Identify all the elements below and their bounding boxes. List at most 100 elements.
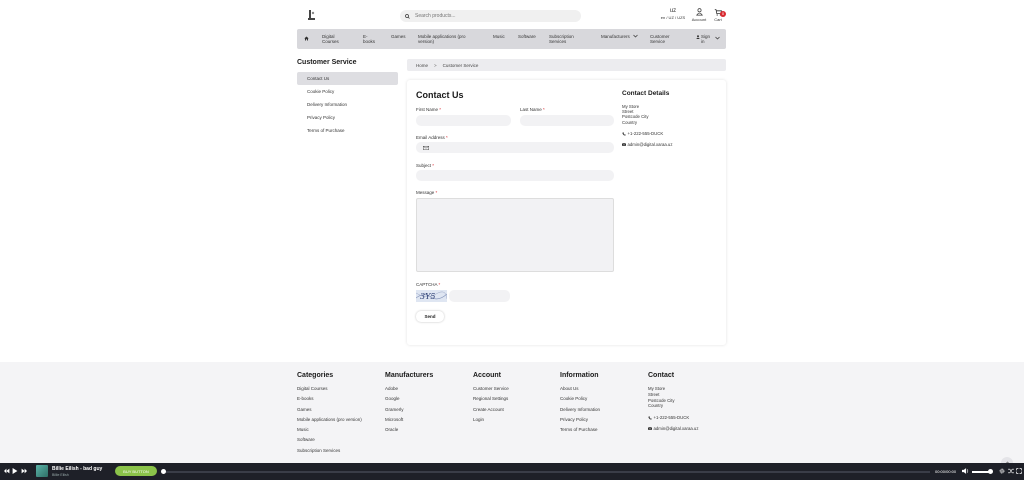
footer-manufacturers: Manufacturers Adobe Google Gramerly Micr…	[385, 372, 433, 437]
search-icon	[405, 13, 410, 19]
chevron-down-icon	[715, 36, 720, 40]
last-name-label: Last Name *	[520, 107, 545, 112]
footer-information: Information About Us Cookie Policy Deliv…	[560, 372, 600, 437]
contact-details-address: My Store Street Postcode City Country	[622, 104, 649, 125]
store-logo[interactable]	[304, 8, 318, 22]
footer-link[interactable]: Music	[297, 427, 362, 437]
footer-link[interactable]: Privacy Policy	[560, 417, 600, 427]
last-name-field[interactable]	[520, 115, 614, 126]
nav-item-customer-service[interactable]: Customer Service	[650, 34, 670, 44]
contact-details-email[interactable]: admin@digital.xaraa.uz	[622, 142, 672, 147]
footer-link[interactable]: Games	[297, 407, 362, 417]
nav-item-ebooks[interactable]: E- books	[363, 34, 375, 44]
main-nav: Digital Courses E- books Games Mobile ap…	[297, 29, 726, 49]
sign-in-label: Sign in	[701, 34, 711, 44]
breadcrumb-home[interactable]: Home	[416, 63, 428, 68]
captcha-label: CAPTCHA *	[416, 282, 441, 287]
site-header: uz en / UZ / UZS Account 0 Cart	[0, 0, 1024, 28]
cart-label: Cart	[714, 17, 722, 22]
footer-contact: Contact My Store Street Postcode City Co…	[648, 372, 698, 431]
footer-link[interactable]: Customer Service	[473, 386, 509, 396]
gear-icon[interactable]	[999, 468, 1005, 476]
footer-link[interactable]: Subscription Services	[297, 448, 362, 458]
expand-icon[interactable]	[1016, 468, 1022, 476]
sidebar-item-contact-us[interactable]: Contact Us	[297, 72, 398, 85]
home-icon[interactable]	[304, 36, 309, 43]
nav-item-digital-courses[interactable]: Digital Courses	[322, 34, 339, 44]
volume-handle[interactable]	[988, 469, 993, 474]
email-field[interactable]	[435, 142, 614, 153]
sidebar-item-cookie-policy[interactable]: Cookie Policy	[297, 85, 398, 98]
nav-item-games[interactable]: Games	[391, 34, 406, 39]
user-icon	[696, 34, 700, 39]
locale-label: en / UZ / UZS	[660, 15, 686, 20]
volume-icon[interactable]	[962, 468, 969, 476]
footer-link[interactable]: Software	[297, 437, 362, 447]
locale-selector[interactable]: uz en / UZ / UZS	[660, 8, 686, 20]
footer-link[interactable]: About Us	[560, 386, 600, 396]
search-bar[interactable]	[400, 10, 581, 22]
footer-link[interactable]: Mobile applications (pro version)	[297, 417, 362, 427]
captcha-field[interactable]	[449, 290, 510, 302]
nav-expand-toggle[interactable]	[715, 36, 720, 41]
footer-link[interactable]: Delivery Information	[560, 407, 600, 417]
sidebar-item-privacy-policy[interactable]: Privacy Policy	[297, 111, 398, 124]
nav-item-music[interactable]: Music	[493, 34, 505, 39]
contact-details-phone[interactable]: +1-222-555-DUCK	[622, 131, 663, 136]
shuffle-icon[interactable]	[1008, 468, 1014, 476]
first-name-label: First Name *	[416, 107, 442, 112]
subject-field[interactable]	[416, 170, 614, 181]
footer-link[interactable]: Cookie Policy	[560, 396, 600, 406]
cart-link[interactable]: 0 Cart	[710, 8, 726, 22]
user-icon	[695, 8, 703, 16]
sidebar-item-delivery-information[interactable]: Delivery Information	[297, 98, 398, 111]
footer-manufacturers-title: Manufacturers	[385, 372, 434, 379]
track-title: Billie Eilish - bad guy	[52, 466, 103, 472]
site-footer: Categories Digital Courses E-books Games…	[0, 362, 1024, 464]
nav-manufacturers-label: Manufacturers	[601, 34, 630, 39]
message-label: Message *	[416, 190, 438, 195]
captcha-text: 3Y5	[420, 292, 435, 301]
album-cover	[36, 465, 48, 477]
footer-contact-address: My Store Street Postcode City Country	[648, 386, 675, 409]
play-icon[interactable]	[12, 468, 18, 476]
footer-link[interactable]: Oracle	[385, 427, 433, 437]
send-button[interactable]: Send	[416, 311, 444, 322]
nav-item-mobile-apps[interactable]: Mobile applications (pro version)	[418, 34, 466, 44]
sidebar-item-terms-of-purchase[interactable]: Terms of Purchase	[297, 124, 398, 137]
footer-link[interactable]: Digital Courses	[297, 386, 362, 396]
progress-handle[interactable]	[161, 469, 166, 474]
previous-track-icon[interactable]	[4, 468, 10, 476]
footer-categories: Categories Digital Courses E-books Games…	[297, 372, 362, 458]
footer-link[interactable]: Regional Settings	[473, 396, 509, 406]
footer-contact-title: Contact	[648, 372, 675, 379]
phone-icon	[648, 416, 652, 420]
nav-item-subscription-services[interactable]: Subscription Services	[549, 34, 574, 44]
email-label: Email Address *	[416, 135, 448, 140]
footer-link[interactable]: Terms of Purchase	[560, 427, 600, 437]
first-name-field[interactable]	[416, 115, 511, 126]
flag-icon: uz	[669, 8, 677, 14]
message-field[interactable]	[416, 198, 614, 272]
search-input[interactable]	[415, 13, 565, 19]
contact-details-title: Contact Details	[622, 90, 670, 97]
next-track-icon[interactable]	[21, 468, 27, 476]
footer-contact-phone[interactable]: +1-222-555-DUCK	[648, 415, 698, 420]
cart-count-badge: 0	[720, 11, 726, 17]
footer-link[interactable]: Microsoft	[385, 417, 433, 427]
nav-item-sign-in[interactable]: Sign in	[696, 34, 710, 44]
nav-item-software[interactable]: Software	[518, 34, 536, 39]
footer-link[interactable]: Create Account	[473, 407, 509, 417]
buy-button[interactable]: BUY BUTTON	[115, 466, 157, 476]
footer-link[interactable]: Gramerly	[385, 407, 433, 417]
progress-bar[interactable]	[162, 471, 930, 473]
playback-time: 00:00/00:00	[935, 469, 957, 474]
footer-account: Account Customer Service Regional Settin…	[473, 372, 509, 427]
footer-link[interactable]: E-books	[297, 396, 362, 406]
account-link[interactable]: Account	[690, 8, 708, 22]
footer-link[interactable]: Adobe	[385, 386, 433, 396]
footer-contact-email[interactable]: admin@digital.xaraa.uz	[648, 426, 698, 431]
nav-item-manufacturers[interactable]: Manufacturers	[601, 34, 638, 39]
footer-link[interactable]: Google	[385, 396, 433, 406]
footer-link[interactable]: Login	[473, 417, 509, 427]
